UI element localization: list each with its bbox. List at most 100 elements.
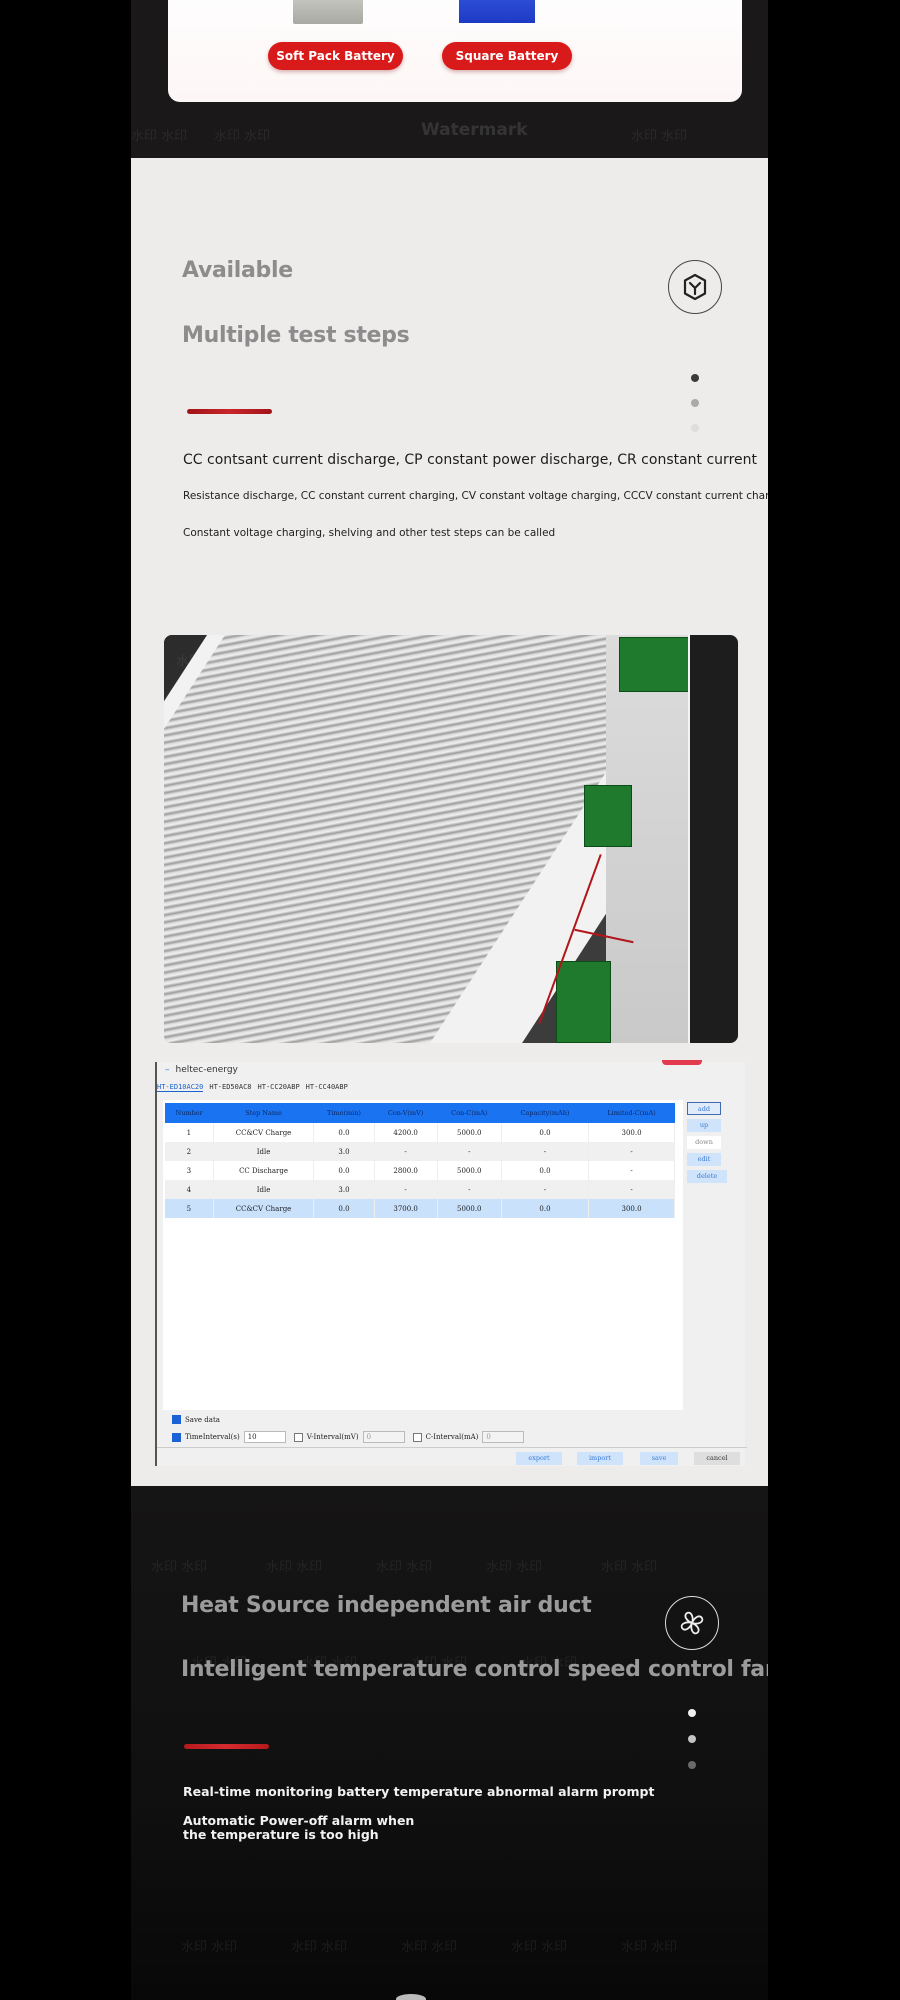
column-header[interactable]: Limited-C(mA) — [588, 1103, 675, 1123]
tab-ht-cc40abp[interactable]: HT-CC40ABP — [306, 1083, 348, 1092]
description-line: CC contsant current discharge, CP consta… — [183, 452, 757, 468]
accent-bar — [184, 1744, 269, 1749]
test-software-window: – heltec-energy HT-ED10AC20 HT-ED50AC8 HT… — [155, 1060, 747, 1466]
time-interval-checkbox[interactable] — [172, 1432, 181, 1442]
steps-table: Number Step Name Time(min) Con-V(mV) Con… — [165, 1103, 675, 1218]
column-header[interactable]: Time(min) — [313, 1103, 375, 1123]
column-header[interactable]: Con-C(mA) — [437, 1103, 502, 1123]
cooling-fan-section: 水印 水印 水印 水印 水印 水印 水印 水印 水印 水印 水印 水印 水印 水… — [131, 1486, 768, 2000]
table-cell: 0.0 — [501, 1123, 590, 1142]
square-battery-image — [459, 0, 535, 23]
watermark: 水印 水印 — [181, 1940, 238, 1955]
table-row[interactable]: 3 CC Discharge 0.0 2800.0 5000.0 0.0- — [165, 1161, 675, 1180]
table-cell: 300.0 — [588, 1199, 675, 1218]
pagination-dot[interactable] — [688, 1761, 696, 1769]
table-cell: - — [374, 1180, 438, 1199]
table-cell: - — [501, 1142, 590, 1161]
table-cell: 0.0 — [313, 1123, 375, 1142]
column-header[interactable]: Capacity(mAh) — [501, 1103, 589, 1123]
c-interval-input[interactable]: 0 — [482, 1431, 525, 1443]
column-header[interactable]: Con-V(mV) — [374, 1103, 438, 1123]
table-cell: - — [588, 1161, 675, 1180]
table-cell: - — [501, 1180, 590, 1199]
table-cell: Idle — [213, 1142, 315, 1161]
table-cell: Idle — [213, 1180, 315, 1199]
add-step-button[interactable]: add — [687, 1102, 721, 1115]
watermark: 水印 水印 — [601, 1560, 658, 1575]
import-button[interactable]: import — [577, 1452, 623, 1465]
move-up-button[interactable]: up — [687, 1119, 721, 1132]
feature-bullet: Real-time monitoring battery temperature… — [183, 1784, 655, 1799]
watermark: 水印 水印 — [291, 1940, 348, 1955]
save-data-option: Save data — [172, 1415, 220, 1424]
edit-step-button[interactable]: edit — [687, 1153, 721, 1166]
save-data-checkbox[interactable] — [172, 1415, 181, 1424]
pagination-dot[interactable] — [691, 399, 699, 407]
c-interval-label: C-Interval(mA) — [425, 1433, 479, 1441]
table-cell: 5000.0 — [437, 1199, 502, 1218]
table-cell: CC Discharge — [213, 1161, 315, 1180]
table-row[interactable]: 4 Idle 3.0- - - - — [165, 1180, 675, 1199]
save-data-label: Save data — [185, 1415, 220, 1424]
section-heading: Available — [182, 258, 293, 283]
watermark: 水印 水印 — [214, 129, 271, 144]
table-cell: 0.0 — [501, 1199, 590, 1218]
v-interval-input[interactable]: 0 — [362, 1431, 405, 1443]
pagination-dot[interactable] — [691, 424, 699, 432]
battery-type-section: 水印 水印 水印 水印 水印 水印 Soft Pack Battery Squa… — [131, 0, 768, 158]
square-battery-button[interactable]: Square Battery — [442, 42, 572, 70]
window-title: – heltec-energy — [165, 1065, 238, 1075]
table-cell: 4200.0 — [374, 1123, 438, 1142]
table-cell: 0.0 — [501, 1161, 590, 1180]
tab-ht-ed50ac8[interactable]: HT-ED50AC8 — [209, 1083, 251, 1092]
time-interval-input[interactable]: 10 — [243, 1431, 286, 1443]
table-cell: 3.0 — [313, 1142, 375, 1161]
record-indicator — [662, 1060, 702, 1065]
watermark: 水印 水印 — [486, 1560, 543, 1575]
watermark: 水印 水印 — [131, 129, 188, 144]
table-cell: - — [374, 1142, 438, 1161]
table-cell: - — [437, 1180, 502, 1199]
cube-icon — [668, 260, 722, 314]
table-cell: - — [588, 1142, 675, 1161]
table-cell: 0.0 — [313, 1199, 375, 1218]
step-action-buttons: add up down edit delete — [687, 1102, 737, 1187]
interval-options: TimeInterval(s) 10 V-Interval(mV) 0 C-In… — [172, 1431, 525, 1443]
pagination-dot-active[interactable] — [688, 1709, 696, 1717]
test-steps-section: Available Multiple test steps CC contsan… — [131, 158, 768, 1486]
table-cell: - — [588, 1180, 675, 1199]
time-interval-label: TimeInterval(s) — [185, 1433, 240, 1441]
tab-ht-ed10ac20[interactable]: HT-ED10AC20 — [157, 1083, 204, 1092]
soft-pack-battery-button[interactable]: Soft Pack Battery — [268, 42, 403, 70]
table-cell: 5000.0 — [437, 1161, 502, 1180]
divider — [157, 1447, 747, 1448]
save-button[interactable]: save — [640, 1452, 678, 1465]
column-header[interactable]: Number — [165, 1103, 214, 1123]
table-row[interactable]: 5 CC&CV Charge 0.0 3700.0 5000.0 0.0 300.0 — [165, 1199, 675, 1218]
table-cell: 3.0 — [313, 1180, 375, 1199]
delete-step-button[interactable]: delete — [687, 1170, 727, 1183]
table-cell: CC&CV Charge — [213, 1123, 315, 1142]
pagination-dot-active[interactable] — [691, 374, 699, 382]
section-subheading: Multiple test steps — [182, 323, 410, 348]
v-interval-checkbox[interactable] — [293, 1432, 303, 1442]
cancel-button[interactable]: cancel — [694, 1452, 740, 1465]
table-cell: 2 — [165, 1142, 214, 1161]
watermark: 水印 水印 — [376, 1560, 433, 1575]
heatsink-hardware-image: 水印 水印 水印 水印 水印 水印 — [164, 635, 738, 1043]
section-heading: Heat Source independent air duct — [181, 1593, 592, 1618]
column-header[interactable]: Step Name — [213, 1103, 314, 1123]
watermark: 水印 水印 — [266, 1560, 323, 1575]
table-row[interactable]: 2 Idle 3.0- - - - — [165, 1142, 675, 1161]
c-interval-checkbox[interactable] — [412, 1432, 422, 1442]
tab-ht-cc20abp[interactable]: HT-CC20ABP — [258, 1083, 300, 1092]
move-down-button[interactable]: down — [687, 1136, 721, 1149]
minimize-icon[interactable]: – — [165, 1065, 170, 1075]
table-row[interactable]: 1 CC&CV Charge 0.0 4200.0 5000.0 0.0 300.0 — [165, 1123, 675, 1142]
table-cell: 0.0 — [313, 1161, 375, 1180]
pagination-dot[interactable] — [688, 1735, 696, 1743]
table-cell: 300.0 — [588, 1123, 675, 1142]
export-button[interactable]: export — [516, 1452, 562, 1465]
feature-bullet: Automatic Power-off alarm when the tempe… — [183, 1813, 415, 1842]
table-cell: 3 — [165, 1161, 214, 1180]
